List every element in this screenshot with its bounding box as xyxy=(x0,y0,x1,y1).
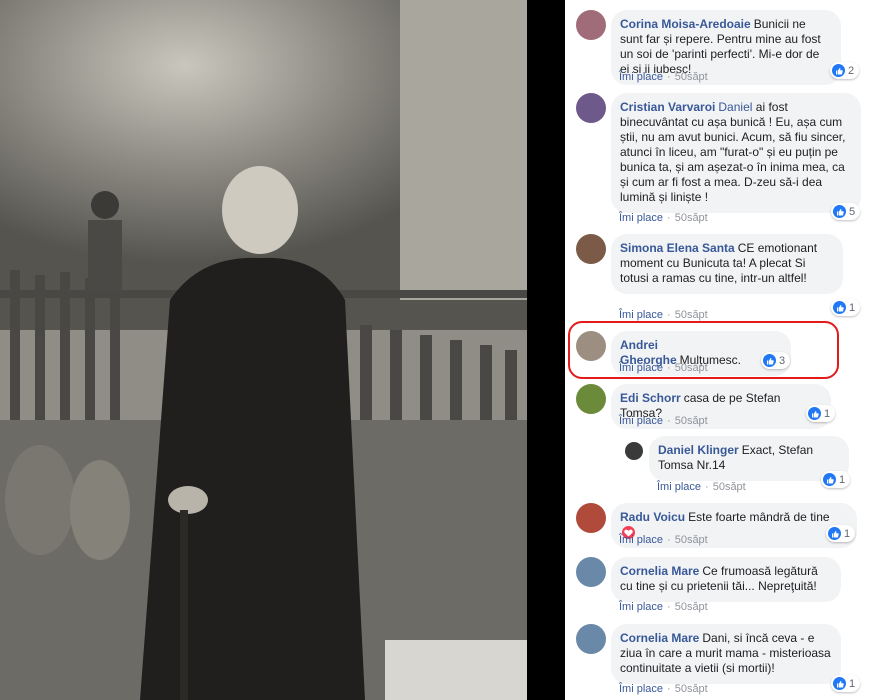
like-icon xyxy=(832,64,845,77)
comment-bubble: Cornelia Mare Ce frumoasă legătură cu tin… xyxy=(611,557,841,602)
like-link[interactable]: Îmi place xyxy=(619,534,663,546)
like-icon xyxy=(808,407,821,420)
comment-time[interactable]: 50săpt xyxy=(675,309,708,321)
avatar[interactable] xyxy=(576,10,606,40)
comment-time[interactable]: 50săpt xyxy=(675,683,708,695)
comment-text: ai fost binecuvântat cu așa bunică ! Eu,… xyxy=(620,100,846,204)
like-link[interactable]: Îmi place xyxy=(619,601,663,613)
avatar[interactable] xyxy=(625,442,643,460)
separator: · xyxy=(667,683,671,695)
avatar[interactable] xyxy=(576,503,606,533)
reaction-badge[interactable]: 1 xyxy=(821,471,851,488)
comment-bubble: Cornelia Mare Dani, si încă ceva - e ziua… xyxy=(611,624,841,684)
comment-author[interactable]: Cornelia Mare xyxy=(620,564,699,578)
like-icon xyxy=(823,473,836,486)
reaction-badge[interactable]: 1 xyxy=(826,525,856,542)
comment-bubble: Simona Elena Santa CE emotionant moment c… xyxy=(611,234,843,294)
like-icon xyxy=(833,301,846,314)
reaction-badge[interactable]: 1 xyxy=(831,675,861,692)
separator: · xyxy=(667,601,671,613)
avatar[interactable] xyxy=(576,234,606,264)
reaction-count: 1 xyxy=(844,527,851,540)
comment-author[interactable]: Corina Moisa-Aredoaie xyxy=(620,17,751,31)
comment-author[interactable]: Edi Schorr xyxy=(620,391,681,405)
comment-text: Este foarte mândră de tine xyxy=(688,510,830,524)
comment-meta: Îmi place · 50săpt xyxy=(619,309,708,321)
comment-meta: Îmi place · 50săpt xyxy=(657,481,746,493)
comment-meta: Îmi place · 50săpt xyxy=(619,71,708,83)
separator: · xyxy=(667,309,671,321)
avatar[interactable] xyxy=(576,384,606,414)
like-link[interactable]: Îmi place xyxy=(619,71,663,83)
comment-meta: Îmi place · 50săpt xyxy=(619,683,708,695)
comment-time[interactable]: 50săpt xyxy=(713,481,746,493)
comment-meta: Îmi place · 50săpt xyxy=(619,212,708,224)
reaction-badge[interactable]: 1 xyxy=(831,299,861,316)
mention-link[interactable]: Daniel xyxy=(718,100,752,114)
reaction-badge[interactable]: 1 xyxy=(806,405,836,422)
reaction-badge[interactable]: 5 xyxy=(831,203,861,220)
post-photo[interactable] xyxy=(0,0,527,700)
like-link[interactable]: Îmi place xyxy=(619,683,663,695)
comment-time[interactable]: 50săpt xyxy=(675,71,708,83)
like-link[interactable]: Îmi place xyxy=(619,415,663,427)
like-icon xyxy=(833,677,846,690)
comment-bubble: Cristian Varvaroi Daniel ai fost binecuvâ… xyxy=(611,93,861,213)
comment-time[interactable]: 50săpt xyxy=(675,601,708,613)
old-photo-grandmother xyxy=(0,0,527,700)
like-icon xyxy=(828,527,841,540)
comment-meta: Îmi place · 50săpt xyxy=(619,601,708,613)
reaction-count: 1 xyxy=(824,407,831,420)
separator: · xyxy=(667,71,671,83)
comment-author[interactable]: Cristian Varvaroi xyxy=(620,100,715,114)
like-link[interactable]: Îmi place xyxy=(657,481,701,493)
like-icon xyxy=(833,205,846,218)
avatar[interactable] xyxy=(576,624,606,654)
comment-author[interactable]: Cornelia Mare xyxy=(620,631,699,645)
comment-author[interactable]: Radu Voicu xyxy=(620,510,685,524)
comment-meta: Îmi place · 50săpt xyxy=(619,415,708,427)
reaction-count: 1 xyxy=(839,473,846,486)
comment-meta: Îmi place · 50săpt xyxy=(619,534,708,546)
separator: · xyxy=(667,415,671,427)
avatar[interactable] xyxy=(576,557,606,587)
like-link[interactable]: Îmi place xyxy=(619,212,663,224)
reaction-count: 2 xyxy=(848,64,855,77)
reaction-count: 1 xyxy=(849,301,856,314)
divider xyxy=(527,0,565,700)
comment-time[interactable]: 50săpt xyxy=(675,415,708,427)
reaction-badge[interactable]: 2 xyxy=(830,62,860,79)
comment-time[interactable]: 50săpt xyxy=(675,212,708,224)
highlight-annotation xyxy=(568,321,839,379)
like-link[interactable]: Îmi place xyxy=(619,309,663,321)
reaction-count: 1 xyxy=(849,677,856,690)
comment-author[interactable]: Simona Elena Santa xyxy=(620,241,735,255)
reaction-count: 5 xyxy=(849,205,856,218)
comment-author[interactable]: Daniel Klinger xyxy=(658,443,739,457)
avatar[interactable] xyxy=(576,93,606,123)
comment-bubble: Daniel Klinger Exact, Stefan Tomsa Nr.14 xyxy=(649,436,849,481)
separator: · xyxy=(667,212,671,224)
separator: · xyxy=(705,481,709,493)
comment-time[interactable]: 50săpt xyxy=(675,534,708,546)
separator: · xyxy=(667,534,671,546)
